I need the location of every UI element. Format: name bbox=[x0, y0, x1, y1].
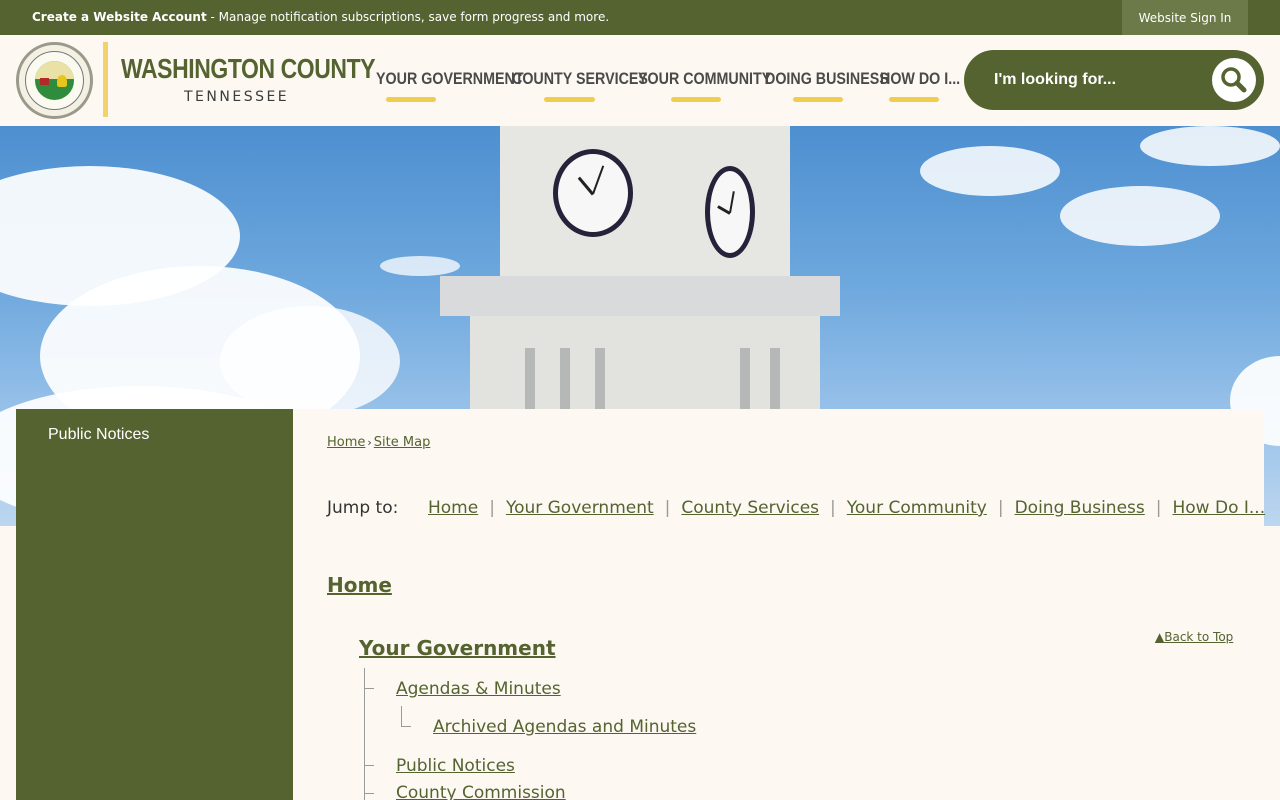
sitemap-link-archived-agendas[interactable]: Archived Agendas and Minutes bbox=[433, 717, 696, 737]
jump-link-how-do-i[interactable]: How Do I... bbox=[1172, 498, 1265, 518]
cloud bbox=[220, 306, 400, 416]
logo-divider bbox=[103, 42, 108, 117]
jump-to-label: Jump to: bbox=[327, 498, 399, 518]
nav-underline bbox=[671, 97, 721, 102]
jump-separator: | bbox=[1155, 498, 1162, 518]
back-to-top-label: Back to Top bbox=[1164, 630, 1234, 644]
search-icon bbox=[1221, 67, 1247, 93]
seal-plant bbox=[57, 75, 67, 87]
county-seal-logo[interactable] bbox=[16, 42, 93, 119]
sitemap-link-agendas-minutes[interactable]: Agendas & Minutes bbox=[396, 679, 561, 699]
jump-separator: | bbox=[489, 498, 495, 518]
brand-name[interactable]: WASHINGTON COUNTY bbox=[121, 53, 376, 85]
nav-label: YOUR GOVERNMENT bbox=[376, 69, 524, 88]
main-content: Home › Site Map Jump to: Home | Your Governm… bbox=[293, 409, 1265, 800]
seal-sky bbox=[35, 61, 74, 79]
sitemap-home-heading[interactable]: Home bbox=[327, 573, 392, 597]
search-button[interactable] bbox=[1212, 58, 1256, 102]
tree-line-branch bbox=[364, 688, 374, 689]
breadcrumb-home[interactable]: Home bbox=[327, 435, 365, 450]
sidebar-item-public-notices[interactable]: Public Notices bbox=[48, 426, 149, 444]
tree-line-branch bbox=[364, 793, 374, 794]
nav-label: COUNTY SERVICES bbox=[512, 69, 648, 88]
nav-label: HOW DO I... bbox=[880, 69, 961, 88]
nav-underline bbox=[889, 97, 939, 102]
sitemap-link-public-notices[interactable]: Public Notices bbox=[396, 756, 515, 776]
jump-link-your-government[interactable]: Your Government bbox=[506, 498, 654, 518]
clock-face bbox=[705, 166, 755, 258]
tree-line-branch bbox=[364, 765, 374, 766]
nav-underline bbox=[386, 97, 436, 102]
tower-cornice bbox=[440, 276, 840, 316]
nav-how-do-i[interactable]: HOW DO I... bbox=[880, 69, 975, 105]
sidebar: Public Notices bbox=[16, 409, 293, 800]
jump-separator: | bbox=[830, 498, 836, 518]
jump-separator: | bbox=[664, 498, 671, 518]
top-bar: Create a Website Account - Manage notifi… bbox=[0, 0, 1280, 35]
search-input[interactable] bbox=[994, 64, 1164, 96]
site-search bbox=[964, 50, 1264, 110]
website-sign-in-button[interactable]: Website Sign In bbox=[1122, 0, 1248, 35]
jump-link-county-services[interactable]: County Services bbox=[681, 498, 819, 518]
seal-emblem bbox=[35, 61, 74, 100]
cloud bbox=[1060, 186, 1220, 246]
cloud bbox=[920, 146, 1060, 196]
jump-separator: | bbox=[997, 498, 1004, 518]
clock-face bbox=[553, 149, 633, 237]
jump-link-doing-business[interactable]: Doing Business bbox=[1015, 498, 1145, 518]
breadcrumb-separator: › bbox=[367, 436, 372, 449]
jump-to-links: Home | Your Government | County Services | You… bbox=[428, 498, 1265, 518]
seal-barn bbox=[40, 78, 49, 85]
sitemap-your-government-heading[interactable]: Your Government bbox=[359, 636, 556, 660]
sitemap-link-county-commission[interactable]: County Commission bbox=[396, 783, 566, 800]
tree-line-vertical bbox=[401, 706, 402, 726]
up-triangle-icon: ▲ bbox=[1155, 630, 1165, 644]
back-to-top-link[interactable]: ▲Back to Top bbox=[1155, 630, 1233, 644]
nav-label: YOUR COMMUNITY bbox=[638, 69, 772, 88]
nav-label: DOING BUSINESS bbox=[765, 69, 889, 88]
clock-minute-hand bbox=[592, 165, 605, 195]
jump-link-your-community[interactable]: Your Community bbox=[847, 498, 987, 518]
cloud bbox=[1140, 126, 1280, 166]
breadcrumb-site-map[interactable]: Site Map bbox=[374, 435, 431, 450]
nav-underline bbox=[793, 97, 843, 102]
tower-base bbox=[470, 316, 820, 416]
site-header: WASHINGTON COUNTY TENNESSEE YOUR GOVERNM… bbox=[0, 35, 1280, 126]
account-message: Create a Website Account - Manage notifi… bbox=[32, 10, 609, 24]
account-description: - Manage notification subscriptions, sav… bbox=[206, 10, 610, 24]
nav-underline bbox=[544, 97, 595, 102]
jump-link-home[interactable]: Home bbox=[428, 498, 478, 518]
create-account-link[interactable]: Create a Website Account bbox=[32, 10, 207, 24]
brand-subtitle: TENNESSEE bbox=[184, 89, 290, 105]
cloud bbox=[380, 256, 460, 276]
breadcrumb: Home › Site Map bbox=[327, 435, 430, 450]
tree-line-branch bbox=[401, 726, 411, 727]
clock-minute-hand bbox=[729, 191, 735, 214]
